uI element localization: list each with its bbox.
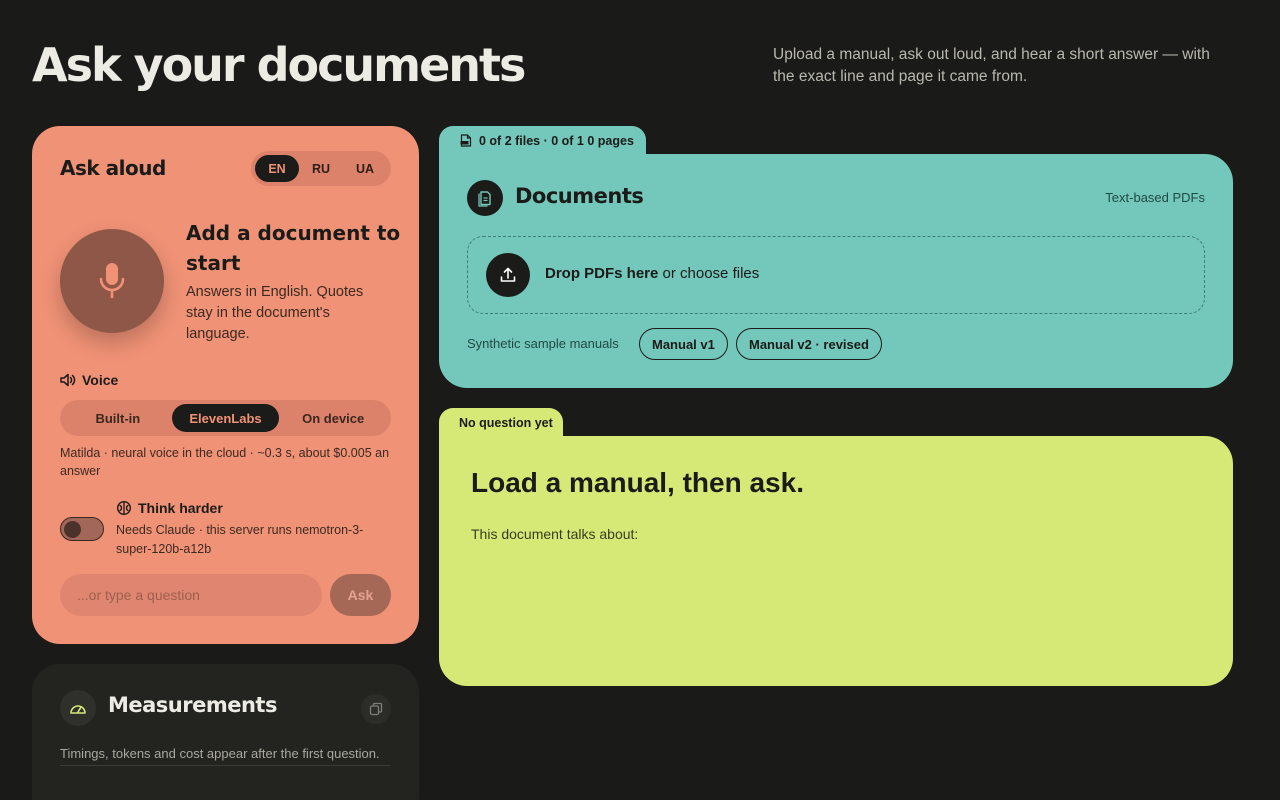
voice-on-device-button[interactable]: On device — [279, 404, 387, 432]
microphone-button[interactable] — [60, 229, 164, 333]
think-harder-label: Think harder — [116, 500, 223, 516]
sample-manuals-label: Synthetic sample manuals — [467, 336, 619, 351]
choose-files-link[interactable]: or choose files — [658, 265, 760, 282]
dropzone-bold-text: Drop PDFs here — [545, 265, 659, 282]
page-title: Ask your documents — [32, 38, 526, 92]
page-subtitle: Upload a manual, ask out loud, and hear … — [773, 46, 1210, 85]
pdf-dropzone[interactable]: Drop PDFs here or choose files — [467, 236, 1205, 314]
ask-button[interactable]: Ask — [330, 574, 391, 616]
copy-icon — [369, 702, 383, 716]
documents-status-text: 0 of 2 files · 0 of 1 0 pages — [479, 133, 634, 148]
gauge-icon — [60, 690, 96, 726]
dropzone-text: Drop PDFs here or choose files — [545, 265, 759, 282]
sample-manual-v1-button[interactable]: Manual v1 — [639, 328, 728, 360]
pdf-file-icon — [460, 134, 472, 147]
answer-title: Load a manual, then ask. — [471, 467, 804, 498]
microphone-icon — [99, 263, 125, 299]
question-input[interactable] — [60, 574, 322, 616]
language-switch: EN RU UA — [251, 151, 391, 186]
sample-manual-v2-button[interactable]: Manual v2 · revised — [736, 328, 882, 360]
answer-status-text: No question yet — [459, 415, 553, 430]
language-ua-button[interactable]: UA — [343, 155, 387, 182]
voice-switch: Built-in ElevenLabs On device — [60, 400, 391, 436]
documents-icon — [467, 180, 503, 216]
documents-card: Documents Text-based PDFs Drop PDFs here… — [439, 154, 1233, 388]
voice-label: Voice — [60, 372, 118, 388]
voice-elevenlabs-button[interactable]: ElevenLabs — [171, 404, 280, 432]
voice-description: Matilda · neural voice in the cloud · ~0… — [60, 446, 390, 478]
ask-aloud-title: Ask aloud — [60, 156, 166, 180]
think-harder-description: Needs Claude · this server runs nemotron… — [116, 523, 364, 556]
copy-button[interactable] — [361, 694, 391, 724]
answer-card: Load a manual, then ask. This document t… — [439, 436, 1233, 686]
speaker-icon — [60, 373, 76, 387]
ask-aloud-card: Ask aloud EN RU UA Add a document to sta… — [32, 126, 419, 644]
measurements-description: Timings, tokens and cost appear after th… — [60, 744, 391, 766]
language-ru-button[interactable]: RU — [299, 155, 343, 182]
cta-subtitle: Answers in English. Quotes stay in the d… — [186, 284, 364, 342]
toggle-knob — [64, 520, 81, 538]
documents-hint: Text-based PDFs — [1105, 190, 1205, 205]
cta-title: Add a document to start — [186, 221, 401, 275]
language-en-button[interactable]: EN — [255, 155, 299, 182]
voice-builtin-button[interactable]: Built-in — [64, 404, 172, 432]
brain-icon — [116, 500, 132, 516]
measurements-card: Measurements Timings, tokens and cost ap… — [32, 664, 419, 800]
think-harder-toggle[interactable] — [60, 517, 104, 541]
upload-button[interactable] — [486, 253, 530, 297]
documents-title: Documents — [515, 184, 644, 208]
upload-icon — [500, 267, 516, 282]
voice-label-text: Voice — [82, 372, 119, 388]
measurements-title: Measurements — [108, 693, 277, 717]
think-harder-text: Think harder — [138, 500, 223, 516]
answer-topics-label: This document talks about: — [471, 526, 639, 542]
